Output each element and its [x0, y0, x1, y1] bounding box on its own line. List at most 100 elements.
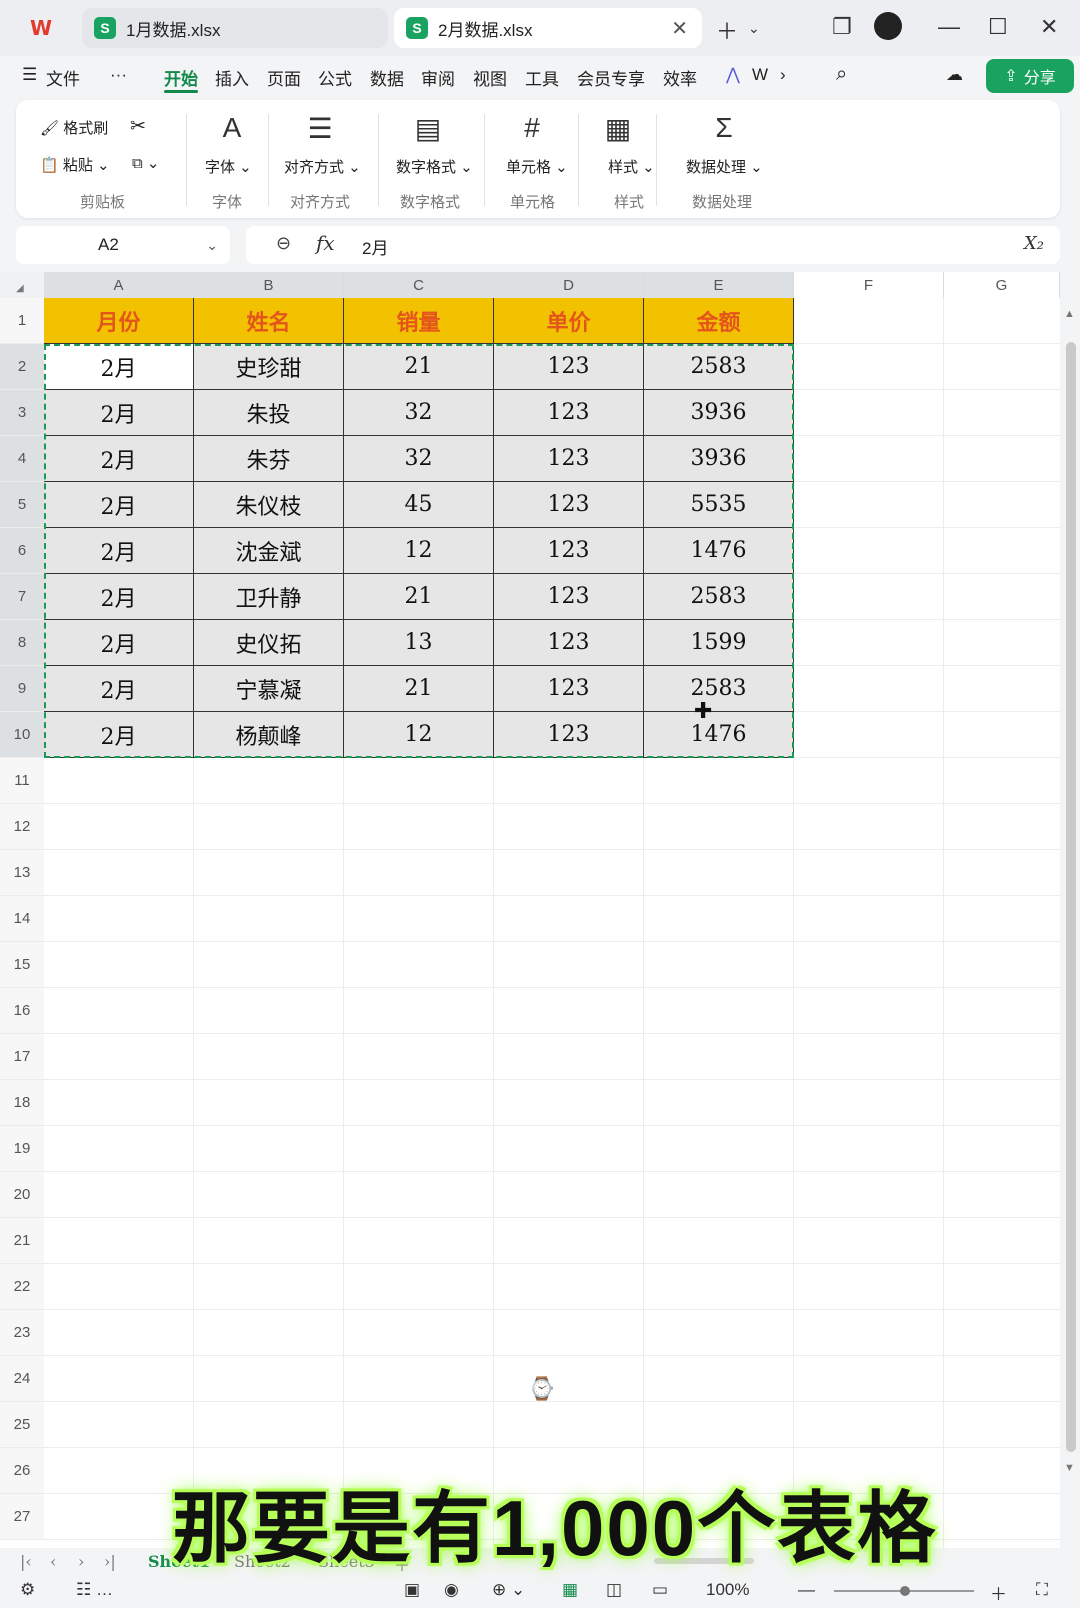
avatar[interactable]: [874, 12, 902, 40]
data-process-button[interactable]: 数据处理 ⌄: [686, 156, 763, 177]
new-tab-icon[interactable]: ＋: [716, 14, 738, 46]
table-cell[interactable]: 朱投: [194, 390, 344, 436]
table-cell[interactable]: 12: [344, 712, 494, 758]
row-header-22[interactable]: 22: [0, 1264, 44, 1310]
zoom-out-icon[interactable]: —: [798, 1580, 815, 1600]
macro-icon[interactable]: ⚙: [20, 1580, 35, 1600]
table-cell[interactable]: 宁慕凝: [194, 666, 344, 712]
menu-efficiency[interactable]: 效率: [663, 65, 697, 90]
table-cell[interactable]: 123: [494, 390, 644, 436]
paste-button[interactable]: 📋 粘贴 ⌄: [40, 154, 110, 175]
scroll-down-icon[interactable]: ▼: [1064, 1462, 1075, 1474]
row-header-16[interactable]: 16: [0, 988, 44, 1034]
font-button[interactable]: 字体 ⌄: [205, 156, 252, 177]
center-icon[interactable]: ⊕ ⌄: [492, 1580, 525, 1600]
column-header-g[interactable]: G: [944, 272, 1060, 298]
row-header-5[interactable]: 5: [0, 482, 44, 528]
table-cell[interactable]: 2月: [44, 620, 194, 666]
wps-logo[interactable]: W: [30, 16, 56, 40]
next-sheet-icon[interactable]: ›: [78, 1552, 84, 1571]
column-header-e[interactable]: E: [644, 272, 794, 298]
table-cell[interactable]: 1476: [644, 528, 794, 574]
vertical-scrollbar[interactable]: ▲ ▼: [1060, 272, 1080, 1548]
row-header-23[interactable]: 23: [0, 1310, 44, 1356]
normal-view-icon[interactable]: ▦: [562, 1580, 578, 1600]
row-header-25[interactable]: 25: [0, 1402, 44, 1448]
row-header-15[interactable]: 15: [0, 942, 44, 988]
scrollbar-thumb[interactable]: [1066, 342, 1076, 1452]
table-cell[interactable]: 45: [344, 482, 494, 528]
table-cell[interactable]: 杨颠峰: [194, 712, 344, 758]
menu-page[interactable]: 页面: [267, 65, 301, 90]
minimize-icon[interactable]: —: [938, 14, 960, 40]
table-cell[interactable]: 沈金斌: [194, 528, 344, 574]
name-box[interactable]: A2 ⌄: [16, 226, 230, 264]
table-cell[interactable]: 5535: [644, 482, 794, 528]
row-header-26[interactable]: 26: [0, 1448, 44, 1494]
row-header-18[interactable]: 18: [0, 1080, 44, 1126]
table-cell[interactable]: 1599: [644, 620, 794, 666]
menu-view[interactable]: 视图: [473, 65, 507, 90]
table-cell[interactable]: 123: [494, 666, 644, 712]
number-format-icon[interactable]: ▤: [408, 112, 448, 145]
table-cell[interactable]: 2月: [44, 436, 194, 482]
row-header-27[interactable]: 27: [0, 1494, 44, 1540]
copy-icon[interactable]: ⧉ ⌄: [132, 154, 159, 172]
column-header-b[interactable]: B: [194, 272, 344, 298]
menu-review[interactable]: 审阅: [421, 65, 455, 90]
table-cell[interactable]: 3936: [644, 436, 794, 482]
zoom-slider-handle[interactable]: [900, 1586, 910, 1596]
table-cell[interactable]: 21: [344, 666, 494, 712]
sum-icon[interactable]: Σ: [704, 112, 744, 144]
row-header-2[interactable]: 2: [0, 344, 44, 390]
zoom-in-icon[interactable]: ＋: [990, 1580, 1007, 1605]
table-cell[interactable]: 史仪拓: [194, 620, 344, 666]
align-icon[interactable]: ☰: [300, 112, 340, 145]
menu-overflow[interactable]: W: [752, 65, 768, 85]
row-header-24[interactable]: 24: [0, 1356, 44, 1402]
expand-icon[interactable]: X₂: [1024, 233, 1044, 254]
cloud-icon[interactable]: ☁: [946, 65, 963, 85]
table-cell[interactable]: 123: [494, 620, 644, 666]
column-header-c[interactable]: C: [344, 272, 494, 298]
table-cell[interactable]: 21: [344, 344, 494, 390]
table-cell[interactable]: 123: [494, 344, 644, 390]
select-all-corner[interactable]: ◢: [0, 272, 44, 298]
table-cell[interactable]: 2583: [644, 344, 794, 390]
close-icon[interactable]: ✕: [671, 16, 688, 41]
cut-icon[interactable]: ✂: [130, 115, 146, 138]
prev-sheet-icon[interactable]: ‹: [50, 1552, 56, 1571]
table-cell[interactable]: 1476: [644, 712, 794, 758]
menu-member[interactable]: 会员专享: [577, 65, 645, 90]
ai-icon[interactable]: ⋀: [726, 65, 740, 85]
table-cell[interactable]: 12: [344, 528, 494, 574]
table-cell[interactable]: 2月: [44, 574, 194, 620]
share-button[interactable]: ⇪ 分享: [986, 59, 1074, 93]
zoom-out-icon[interactable]: ⊖: [276, 233, 291, 254]
protect-icon[interactable]: ▣: [404, 1580, 420, 1600]
table-cell[interactable]: 123: [494, 436, 644, 482]
row-header-20[interactable]: 20: [0, 1172, 44, 1218]
cell-button[interactable]: 单元格 ⌄: [506, 156, 568, 177]
scroll-up-icon[interactable]: ▲: [1064, 308, 1075, 320]
zoom-level[interactable]: 100%: [706, 1580, 749, 1600]
row-header-9[interactable]: 9: [0, 666, 44, 712]
eye-icon[interactable]: ◉: [444, 1580, 459, 1600]
row-header-21[interactable]: 21: [0, 1218, 44, 1264]
table-cell[interactable]: 3936: [644, 390, 794, 436]
first-sheet-icon[interactable]: |‹: [20, 1552, 32, 1571]
table-cell[interactable]: 2583: [644, 666, 794, 712]
menu-formula[interactable]: 公式: [318, 65, 352, 90]
window-restore-icon[interactable]: ❐: [832, 14, 852, 40]
row-header-17[interactable]: 17: [0, 1034, 44, 1080]
tab-file-2[interactable]: S 2月数据.xlsx ✕: [394, 8, 702, 48]
format-painter-button[interactable]: 🖌 格式刷: [40, 117, 108, 138]
table-cell[interactable]: 2月: [44, 390, 194, 436]
formula-input[interactable]: ⊖ fx 2月 X₂: [246, 226, 1060, 264]
table-cell[interactable]: 13: [344, 620, 494, 666]
row-header-6[interactable]: 6: [0, 528, 44, 574]
row-header-7[interactable]: 7: [0, 574, 44, 620]
style-button[interactable]: 样式 ⌄: [608, 156, 655, 177]
row-header-4[interactable]: 4: [0, 436, 44, 482]
number-format-button[interactable]: 数字格式 ⌄: [396, 156, 473, 177]
